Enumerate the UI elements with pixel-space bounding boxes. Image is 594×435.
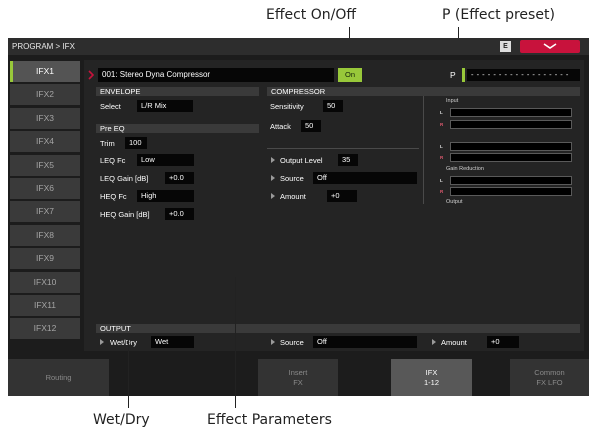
callout-line-wet-dry: [128, 339, 129, 408]
leq-gain-field[interactable]: +0.0: [165, 172, 194, 184]
ifx-1-12-button[interactable]: IFX 1-12: [391, 359, 472, 396]
ifx-tabs: IFX1 IFX2 IFX3 IFX4 IFX5 IFX6 IFX7 IFX8 IFX9 IFX1…: [10, 61, 80, 342]
breadcrumb: PROGRAM > IFX: [12, 42, 75, 51]
select-field[interactable]: L/R Mix: [137, 100, 193, 112]
tab-ifx4[interactable]: IFX4: [10, 131, 80, 153]
output-header: OUTPUT: [96, 324, 580, 333]
chevron-right-icon[interactable]: [88, 70, 94, 80]
leq-fc-field[interactable]: Low: [137, 154, 194, 166]
gr-l-label: L: [440, 144, 443, 149]
heq-fc-label: HEQ Fc: [100, 192, 127, 201]
attack-field[interactable]: 50: [301, 120, 321, 132]
input-l-label: L: [440, 110, 443, 115]
attack-label: Attack: [270, 122, 291, 131]
tab-ifx8[interactable]: IFX8: [10, 224, 80, 246]
heq-gain-label: HEQ Gain [dB]: [100, 210, 150, 219]
output-meter-label: Output: [446, 199, 463, 205]
output-source-label: Source: [280, 338, 304, 347]
common-fx-lfo-label-1: Common: [534, 367, 565, 377]
source-arrow-icon[interactable]: [271, 175, 275, 181]
routing-button-label: Routing: [45, 372, 72, 382]
common-fx-lfo-button[interactable]: Common FX LFO: [510, 359, 589, 396]
callout-effect-parameters: Effect Parameters: [207, 412, 332, 428]
leq-fc-label: LEQ Fc: [100, 156, 126, 165]
ifx-button-label-1: IFX: [425, 367, 438, 377]
output-meter-r: [450, 187, 572, 196]
trim-field[interactable]: 100: [125, 137, 147, 149]
insert-fx-button[interactable]: Insert FX: [258, 359, 338, 396]
tab-ifx1[interactable]: IFX1: [10, 61, 80, 82]
tab-ifx11[interactable]: IFX11: [10, 294, 80, 316]
select-label: Select: [100, 102, 121, 111]
compressor-header: COMPRESSOR: [267, 87, 580, 96]
effect-name-field[interactable]: 001: Stereo Dyna Compressor: [98, 68, 334, 82]
wetdry-label: Wet/Dry: [110, 338, 137, 347]
tab-ifx6[interactable]: IFX6: [10, 177, 80, 199]
sensitivity-field[interactable]: 50: [323, 100, 343, 112]
output-level-label: Output Level: [280, 156, 323, 165]
tab-ifx12[interactable]: IFX12: [10, 318, 80, 340]
gr-r-label: R: [440, 155, 444, 160]
tab-ifx5[interactable]: IFX5: [10, 154, 80, 176]
effect-panel: 001: Stereo Dyna Compressor On P - - - -…: [84, 60, 584, 351]
amount-arrow-icon[interactable]: [271, 193, 275, 199]
gain-reduction-meter-r: [450, 153, 572, 162]
effect-on-button[interactable]: On: [338, 68, 362, 82]
tab-ifx7[interactable]: IFX7: [10, 201, 80, 223]
callout-effect-onoff: Effect On/Off: [266, 7, 357, 23]
gain-reduction-meter-l: [450, 142, 572, 151]
output-level-field[interactable]: 35: [338, 154, 358, 166]
ifx-screen: PROGRAM > IFX E IFX1 IFX2 IFX3 IFX4 IFX5 IFX6…: [8, 38, 589, 396]
heq-fc-field[interactable]: High: [137, 190, 194, 202]
chevron-down-icon: [543, 43, 557, 49]
heq-gain-field[interactable]: +0.0: [165, 208, 194, 220]
source-field[interactable]: Off: [313, 172, 417, 184]
output-amount-label: Amount: [441, 338, 467, 347]
output-amount-field[interactable]: +0: [487, 336, 519, 348]
callout-effect-preset: P (Effect preset): [442, 7, 555, 23]
wetdry-arrow-icon[interactable]: [100, 339, 104, 345]
gain-reduction-label: Gain Reduction: [446, 166, 484, 172]
output-l-label: L: [440, 178, 443, 183]
top-bar: PROGRAM > IFX E: [8, 38, 589, 55]
compressor-divider: [267, 148, 419, 149]
edit-mode-icon[interactable]: E: [500, 41, 511, 52]
sensitivity-label: Sensitivity: [270, 102, 304, 111]
insert-fx-button-label-1: Insert: [288, 367, 308, 377]
output-amount-arrow-icon[interactable]: [432, 339, 436, 345]
tab-ifx9[interactable]: IFX9: [10, 248, 80, 270]
ifx-button-label-2: 1-12: [423, 377, 439, 387]
output-r-label: R: [440, 189, 444, 194]
input-meter-r: [450, 120, 572, 129]
page-menu-button[interactable]: [520, 40, 580, 53]
callout-wet-dry: Wet/Dry: [93, 412, 150, 428]
source-label: Source: [280, 174, 304, 183]
routing-button[interactable]: Routing: [8, 359, 109, 396]
preset-label: P: [450, 70, 456, 80]
preset-indicator: [462, 68, 465, 82]
output-source-arrow-icon[interactable]: [271, 339, 275, 345]
callout-line-effect-parameters: [235, 277, 236, 408]
effect-preset-field[interactable]: - - - - - - - - - - - - - - - - - -: [467, 69, 580, 81]
amount-label: Amount: [280, 192, 306, 201]
output-level-arrow-icon[interactable]: [271, 157, 275, 163]
common-fx-lfo-label-2: FX LFO: [536, 377, 563, 387]
leq-gain-label: LEQ Gain [dB]: [100, 174, 149, 183]
input-meter-label: Input: [446, 98, 459, 104]
input-meter-l: [450, 108, 572, 117]
amount-field[interactable]: +0: [327, 190, 357, 202]
wetdry-field[interactable]: Wet: [151, 336, 194, 348]
tab-ifx2[interactable]: IFX2: [10, 84, 80, 106]
tab-ifx3[interactable]: IFX3: [10, 107, 80, 129]
meter-divider: [423, 96, 424, 204]
output-source-field[interactable]: Off: [313, 336, 417, 348]
tab-ifx10[interactable]: IFX10: [10, 271, 80, 293]
output-meter-l: [450, 176, 572, 185]
envelope-header: ENVELOPE: [96, 87, 259, 96]
input-r-label: R: [440, 122, 444, 127]
pre-eq-header: Pre EQ: [96, 124, 259, 133]
trim-label: Trim: [100, 139, 115, 148]
insert-fx-button-label-2: FX: [293, 377, 303, 387]
